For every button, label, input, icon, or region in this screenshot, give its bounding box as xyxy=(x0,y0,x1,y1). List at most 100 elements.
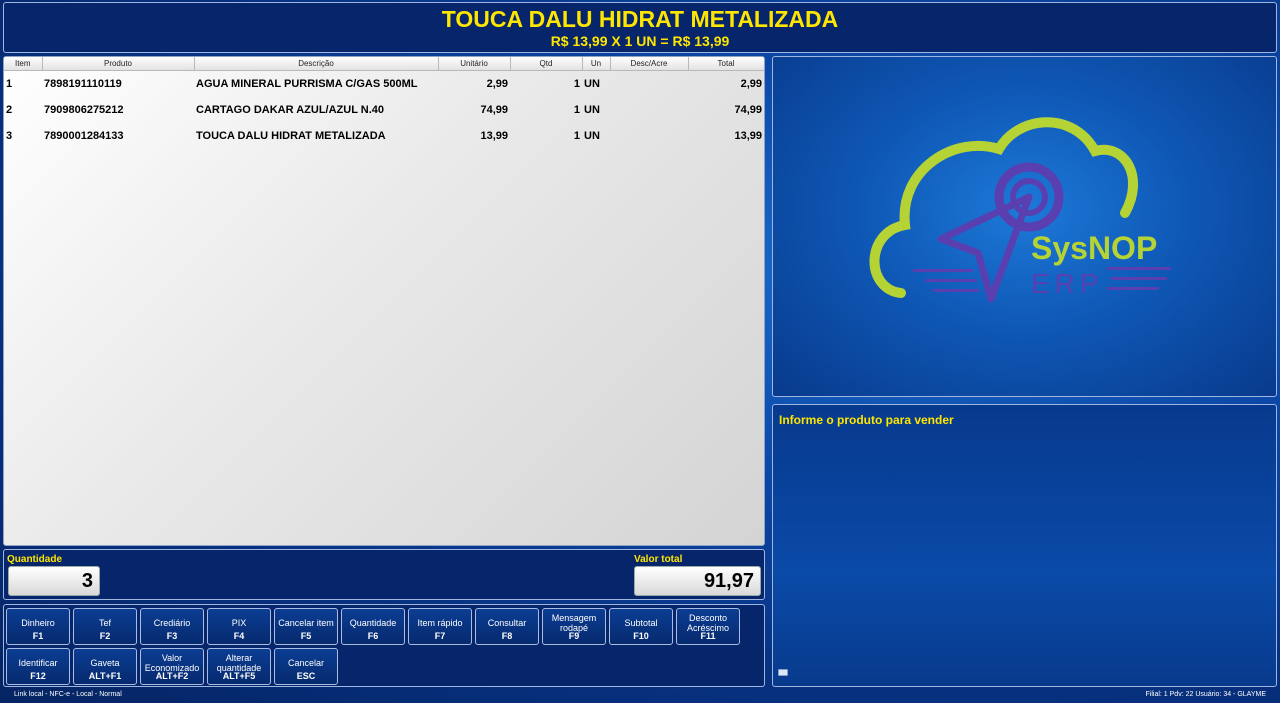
fkey-button-alt-f2[interactable]: Valor Economizado ALT+F2 xyxy=(140,648,204,685)
fkey-label: PIX xyxy=(231,618,247,628)
status-connection: Link local - NFC-e - Local - Normal xyxy=(14,691,122,698)
total-label: Valor total xyxy=(634,554,683,565)
fkey-shortcut: F11 xyxy=(700,631,716,641)
fkey-label: Dinheiro xyxy=(21,618,55,628)
items-table-panel: Item Produto Descrição Unitário Qtd Un D… xyxy=(3,56,765,546)
table-row[interactable]: 3 7890001284133 TOUCA DALU HIDRAT METALIZA… xyxy=(4,123,764,150)
cell-un: UN xyxy=(584,77,600,90)
fkey-button-f1[interactable]: Dinheiro F1 xyxy=(6,608,70,645)
cell-unitario: 2,99 xyxy=(486,77,508,90)
cell-produto: 7898191110119 xyxy=(44,77,122,90)
fkey-shortcut: F4 xyxy=(233,631,245,641)
cell-item: 3 xyxy=(6,130,13,143)
fkey-label: Item rápido xyxy=(417,618,463,628)
fkey-label: Cancelar item xyxy=(278,618,334,628)
cell-qtd: 1 xyxy=(573,103,580,116)
fkey-label: Gaveta xyxy=(90,658,120,668)
fkey-label: Alterar quantidade xyxy=(216,653,262,673)
fkey-label: Quantidade xyxy=(349,618,397,628)
fkey-label: Mensagem rodapé xyxy=(551,613,597,633)
fkey-label: Crediário xyxy=(153,618,191,628)
fkey-label: Valor Economizado xyxy=(144,653,200,673)
fkey-button-f6[interactable]: Quantidade F6 xyxy=(341,608,405,645)
column-header-unitario[interactable]: Unitário xyxy=(438,57,511,71)
fkey-shortcut: F6 xyxy=(367,631,379,641)
fkey-label: Identificar xyxy=(18,658,58,668)
fkey-button-f3[interactable]: Crediário F3 xyxy=(140,608,204,645)
cell-produto: 7909806275212 xyxy=(44,103,124,116)
status-bar: Link local - NFC-e - Local - Normal Fili… xyxy=(0,689,1280,703)
keyboard-icon[interactable] xyxy=(778,669,788,676)
fkey-button-f8[interactable]: Consultar F8 xyxy=(475,608,539,645)
cell-total: 13,99 xyxy=(734,130,762,143)
cell-un: UN xyxy=(584,130,600,143)
fkey-shortcut: F12 xyxy=(30,671,46,681)
column-header-descricao[interactable]: Descrição xyxy=(194,57,439,71)
cell-unitario: 13,99 xyxy=(480,130,508,143)
fkey-shortcut: F8 xyxy=(501,631,513,641)
cell-produto: 7890001284133 xyxy=(44,130,124,143)
cell-item: 1 xyxy=(6,77,13,90)
fkey-shortcut: F3 xyxy=(166,631,178,641)
fkey-button-f4[interactable]: PIX F4 xyxy=(207,608,271,645)
fkey-label: Tef xyxy=(98,618,111,628)
fkey-label: Subtotal xyxy=(624,618,658,628)
product-header: TOUCA DALU HIDRAT METALIZADA R$ 13,99 X … xyxy=(3,2,1277,53)
total-value: 91,97 xyxy=(634,566,761,596)
fkey-button-alt-f5[interactable]: Alterar quantidade ALT+F5 xyxy=(207,648,271,685)
column-header-qtd[interactable]: Qtd xyxy=(510,57,583,71)
logo-sub: ERP xyxy=(1031,268,1104,299)
fkey-button-f5[interactable]: Cancelar item F5 xyxy=(274,608,338,645)
cell-desc xyxy=(610,70,688,97)
column-header-desc-acre[interactable]: Desc/Acre xyxy=(610,57,689,71)
logo-panel: SysNOP ERP xyxy=(772,56,1277,397)
current-product-title: TOUCA DALU HIDRAT METALIZADA xyxy=(441,6,839,32)
fkey-button-f2[interactable]: Tef F2 xyxy=(73,608,137,645)
items-table: Item Produto Descrição Unitário Qtd Un D… xyxy=(4,57,764,150)
fkey-button-f10[interactable]: Subtotal F10 xyxy=(609,608,673,645)
fkey-button-f11[interactable]: Desconto Acréscimo F11 xyxy=(676,608,740,645)
table-row[interactable]: 2 7909806275212 CARTAGO DAKAR AZUL/AZUL N.… xyxy=(4,97,764,124)
function-keys-panel: Dinheiro F1 Tef F2 Crediário F3 PIX F4 Cancelar … xyxy=(3,604,765,687)
totals-panel: Quantidade 3 Valor total 91,97 xyxy=(3,549,765,600)
message-panel: Informe o produto para vender xyxy=(772,404,1277,687)
fkey-label: Cancelar xyxy=(287,658,325,668)
column-header-total[interactable]: Total xyxy=(688,57,764,71)
status-message: Informe o produto para vender xyxy=(779,413,954,427)
cell-descricao: CARTAGO DAKAR AZUL/AZUL N.40 xyxy=(196,103,385,116)
column-header-item[interactable]: Item xyxy=(4,57,43,71)
cell-desc xyxy=(610,123,688,150)
cell-qtd: 1 xyxy=(573,130,580,143)
cell-unitario: 74,99 xyxy=(480,103,508,116)
fkey-shortcut: ALT+F5 xyxy=(222,671,256,681)
sysnop-erp-logo: SysNOP ERP xyxy=(869,117,1171,303)
cell-descricao: AGUA MINERAL PURRISMA C/GAS 500ML xyxy=(196,77,418,90)
fkey-shortcut: F5 xyxy=(300,631,312,641)
fkey-button-f12[interactable]: Identificar F12 xyxy=(6,648,70,685)
table-header-row: Item Produto Descrição Unitário Qtd Un D… xyxy=(4,57,764,71)
fkey-button-alt-f1[interactable]: Gaveta ALT+F1 xyxy=(73,648,137,685)
fkey-button-esc[interactable]: Cancelar ESC xyxy=(274,648,338,685)
cell-desc xyxy=(610,97,688,124)
fkey-label: Consultar xyxy=(487,618,527,628)
fkey-shortcut: ALT+F1 xyxy=(88,671,122,681)
current-price-line: R$ 13,99 X 1 UN = R$ 13,99 xyxy=(550,33,730,49)
status-session: Filial: 1 Pdv: 22 Usuário: 34 - GLAYME xyxy=(1145,691,1266,698)
column-header-produto[interactable]: Produto xyxy=(42,57,195,71)
table-row[interactable]: 1 7898191110119 AGUA MINERAL PURRISMA C/GA… xyxy=(4,70,764,97)
cell-total: 2,99 xyxy=(740,77,762,90)
fkey-shortcut: F2 xyxy=(99,631,111,641)
cell-total: 74,99 xyxy=(734,103,762,116)
cell-descricao: TOUCA DALU HIDRAT METALIZADA xyxy=(196,130,386,143)
quantity-label: Quantidade xyxy=(7,554,63,565)
fkey-button-f9[interactable]: Mensagem rodapé F9 xyxy=(542,608,606,645)
fkey-shortcut: F1 xyxy=(32,631,44,641)
column-header-un[interactable]: Un xyxy=(582,57,611,71)
fkey-shortcut: F9 xyxy=(568,631,580,641)
fkey-label: Desconto Acréscimo xyxy=(686,613,729,633)
fkey-shortcut: F7 xyxy=(434,631,446,641)
cell-qtd: 1 xyxy=(573,77,580,90)
fkey-shortcut: ESC xyxy=(296,671,316,681)
fkey-button-f7[interactable]: Item rápido F7 xyxy=(408,608,472,645)
fkey-shortcut: ALT+F2 xyxy=(155,671,189,681)
